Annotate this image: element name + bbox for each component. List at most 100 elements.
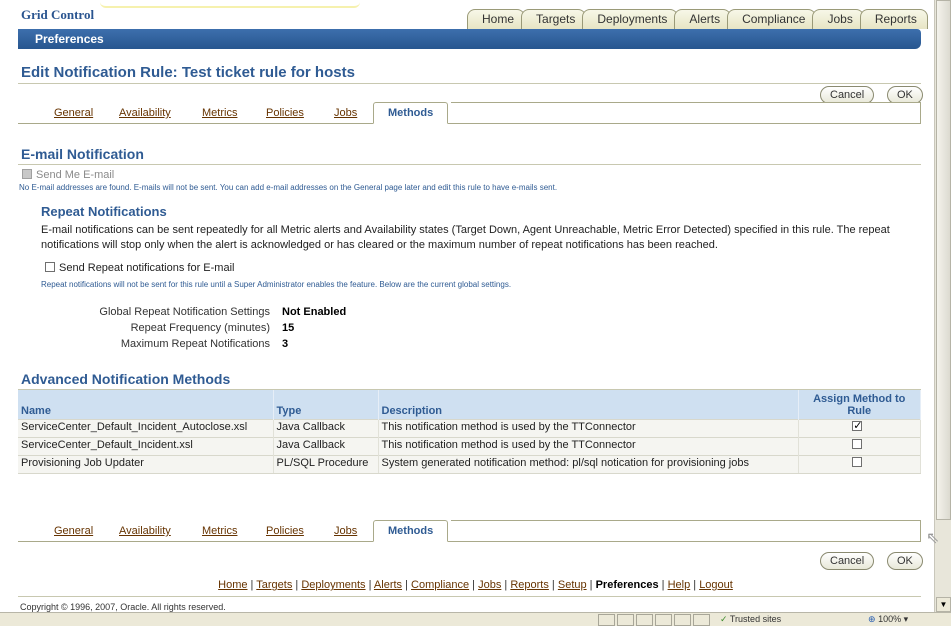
status-cell [636,614,653,626]
security-zone-label: Trusted sites [729,614,782,624]
footer-link-home[interactable]: Home [218,579,247,591]
tab-home[interactable]: Home [467,9,526,29]
subtab-methods[interactable]: Methods [373,102,449,124]
column-type: Type [273,390,379,420]
column-name: Name [18,390,274,420]
rule-tabs-top: General Availability Metrics Policies Jo… [18,102,921,124]
assign-cell [798,437,921,456]
subtab-jobs[interactable]: Jobs [334,525,357,537]
email-heading-divider [18,164,921,165]
subtab-jobs[interactable]: Jobs [334,107,357,119]
subtab-filler [451,102,921,123]
status-bar: ✓ Trusted sites ⊕ 100% ▾ [0,612,951,626]
send-repeat-row: Send Repeat notifications for E-mail [45,262,234,274]
table-row: Provisioning Job Updater PL/SQL Procedur… [18,455,921,474]
send-repeat-checkbox[interactable] [45,262,55,272]
setting-value: 3 [282,338,289,350]
status-cell [693,614,710,626]
tab-compliance[interactable]: Compliance [727,9,817,29]
methods-table: Name Type Description Assign Method to R… [18,390,921,474]
mouse-pointer-icon: ⇖ [926,530,940,547]
assign-checkbox[interactable] [852,439,863,449]
subtab-metrics[interactable]: Metrics [202,525,237,537]
checkmark-icon: ✓ [720,614,728,624]
footer-divider [18,596,921,597]
assign-cell [798,419,921,438]
repeat-note: Repeat notifications will not be sent fo… [41,280,512,289]
setting-label: Repeat Frequency (minutes) [130,322,270,334]
rule-tabs-bottom: General Availability Metrics Policies Jo… [18,520,921,542]
footer-link-alerts[interactable]: Alerts [374,579,402,591]
table-row: ServiceCenter_Default_Incident.xsl Java … [18,437,921,456]
subtab-policies[interactable]: Policies [266,525,304,537]
status-cell [674,614,691,626]
method-type: Java Callback [273,437,379,456]
section-bar: Preferences [18,29,921,49]
subtab-policies[interactable]: Policies [266,107,304,119]
method-description: System generated notification method: pl… [378,455,799,474]
footer-link-reports[interactable]: Reports [510,579,549,591]
method-description: This notification method is used by the … [378,419,799,438]
subtab-general[interactable]: General [54,107,93,119]
status-cell [598,614,615,626]
vertical-scrollbar[interactable]: ▼ [934,0,951,612]
advanced-methods-heading: Advanced Notification Methods [21,371,231,387]
brand-decoration [100,2,360,8]
subtab-availability[interactable]: Availability [119,525,171,537]
scroll-down-icon[interactable]: ▼ [936,597,951,612]
footer-link-jobs[interactable]: Jobs [478,579,501,591]
method-description: This notification method is used by the … [378,437,799,456]
subtab-metrics[interactable]: Metrics [202,107,237,119]
setting-value: 15 [282,322,295,334]
zoom-icon: ⊕ [868,614,876,624]
tab-reports[interactable]: Reports [859,9,928,29]
tab-jobs[interactable]: Jobs [812,9,864,29]
section-bar-label[interactable]: Preferences [35,32,104,46]
copyright: Copyright © 1996, 2007, Oracle. All righ… [20,602,226,612]
subtab-methods[interactable]: Methods [373,520,449,542]
setting-label: Maximum Repeat Notifications [120,338,270,350]
footer-link-setup[interactable]: Setup [558,579,587,591]
ok-button[interactable]: OK [887,552,923,570]
subtab-general[interactable]: General [54,525,93,537]
setting-row: Global Repeat Notification Settings Not … [10,306,346,320]
send-me-email-label: Send Me E-mail [36,169,115,181]
repeat-description: E-mail notifications can be sent repeate… [41,224,890,251]
status-cell [655,614,672,626]
assign-checkbox[interactable] [852,457,863,467]
tab-targets[interactable]: Targets [521,9,587,29]
subtab-availability[interactable]: Availability [119,107,171,119]
tab-deployments[interactable]: Deployments [582,9,679,29]
column-description: Description [378,390,799,420]
tab-alerts[interactable]: Alerts [674,9,732,29]
table-header-row: Name Type Description Assign Method to R… [18,390,921,420]
title-divider [18,83,921,84]
method-name: ServiceCenter_Default_Incident.xsl [18,437,274,456]
cancel-button[interactable]: Cancel [820,552,875,570]
setting-label: Global Repeat Notification Settings [99,306,270,318]
footer-current-preferences: Preferences [595,579,659,591]
method-name: Provisioning Job Updater [18,455,274,474]
method-type: PL/SQL Procedure [273,455,379,474]
footer-link-deployments[interactable]: Deployments [301,579,365,591]
table-row: ServiceCenter_Default_Incident_Autoclose… [18,419,921,438]
column-assign: Assign Method to Rule [798,390,921,420]
scrollbar-thumb[interactable] [936,0,951,520]
footer-link-help[interactable]: Help [668,579,691,591]
send-me-email-checkbox[interactable] [22,169,32,179]
assign-cell [798,455,921,474]
footer-link-targets[interactable]: Targets [256,579,292,591]
method-name: ServiceCenter_Default_Incident_Autoclose… [18,419,274,438]
zoom-control[interactable]: ⊕ 100% ▾ [868,614,908,625]
footer-link-logout[interactable]: Logout [699,579,733,591]
send-me-email-row: Send Me E-mail [22,169,114,181]
assign-checkbox[interactable] [852,419,862,432]
setting-row: Maximum Repeat Notifications 3 [10,338,288,352]
method-type: Java Callback [273,419,379,438]
subtab-filler [451,520,921,541]
security-zone: ✓ Trusted sites [720,614,840,626]
setting-row: Repeat Frequency (minutes) 15 [10,322,295,336]
email-missing-note: No E-mail addresses are found. E-mails w… [19,183,558,192]
zoom-level: 100% [878,614,902,624]
footer-link-compliance[interactable]: Compliance [411,579,469,591]
